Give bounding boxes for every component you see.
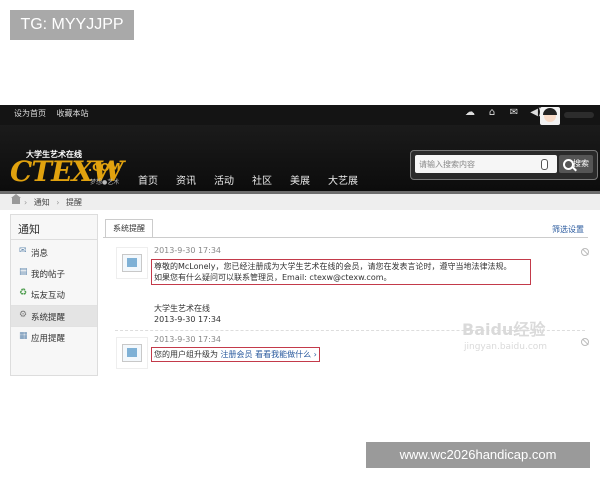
- top-utility-bar: 设为首页 收藏本站 ☁ ⌂ ✉ ◀): [0, 105, 600, 125]
- notice-icon: [122, 344, 142, 362]
- search-button[interactable]: 搜索: [559, 155, 593, 173]
- breadcrumb: › 通知 › 提醒: [0, 194, 600, 210]
- bookmark-link[interactable]: 收藏本站: [57, 109, 89, 118]
- notice-time: 2013-9-30 17:34: [154, 315, 221, 324]
- avatar[interactable]: [540, 107, 560, 125]
- sidebar-item-messages[interactable]: ✉ 消息: [11, 242, 97, 262]
- member-group-link[interactable]: 注册会员: [221, 350, 253, 359]
- notice-icon: [122, 254, 142, 272]
- notice-avatar: [117, 248, 147, 278]
- notice-avatar: [117, 338, 147, 368]
- grid-icon: ▦: [19, 331, 28, 341]
- search-input[interactable]: [415, 155, 557, 173]
- nav-exhibition[interactable]: 美展: [290, 172, 310, 187]
- what-can-i-do-link[interactable]: 看看我能做什么 ›: [255, 350, 317, 359]
- nav-big-exhibition[interactable]: 大艺展: [328, 172, 358, 187]
- sidebar-title: 通知: [18, 223, 40, 236]
- breadcrumb-reminders[interactable]: 提醒: [66, 198, 82, 207]
- envelope-icon: ✉: [19, 246, 27, 256]
- nav-news[interactable]: 资讯: [176, 172, 196, 187]
- logo-dotcom: .COM: [88, 161, 121, 174]
- cloud-icon[interactable]: ☁: [464, 107, 476, 118]
- sidebar-item-system-reminders[interactable]: ⚙ 系统提醒: [11, 305, 97, 326]
- sidebar-item-app-reminders[interactable]: ▦ 应用提醒: [11, 326, 97, 347]
- site-logo[interactable]: 大学生艺术在线 CTEXW .COM 梦想●艺术: [10, 149, 124, 188]
- document-icon: ▤: [19, 267, 28, 277]
- notice-message: 您的用户组升级为 注册会员 看看我能做什么 ›: [151, 347, 320, 362]
- mail-icon[interactable]: ✉: [508, 107, 520, 118]
- site-header: 大学生艺术在线 CTEXW .COM 梦想●艺术 首页 资讯 活动 社区 美展 …: [0, 125, 600, 191]
- search-box: 搜索: [410, 150, 598, 180]
- sidebar: 通知 ✉ 消息 ▤ 我的帖子 ♻ 坛友互动 ⚙ 系统提醒 ▦ 应用提醒: [10, 214, 98, 376]
- breadcrumb-notifications[interactable]: 通知: [34, 198, 50, 207]
- nav-community[interactable]: 社区: [252, 172, 272, 187]
- top-icons: ☁ ⌂ ✉ ◀): [464, 107, 542, 118]
- notice-message: 尊敬的McLonely，您已经注册成为大学生艺术在线的会员，请您在发表言论时，遵…: [151, 259, 531, 285]
- gear-icon: ⚙: [19, 310, 28, 320]
- sidebar-item-my-posts[interactable]: ▤ 我的帖子: [11, 263, 97, 283]
- main-nav: 首页 资讯 活动 社区 美展 大艺展: [138, 172, 358, 187]
- search-icon: [563, 159, 574, 170]
- logo-tagline: 梦想●艺术: [90, 179, 120, 186]
- sidebar-item-interaction[interactable]: ♻ 坛友互动: [11, 284, 97, 304]
- microphone-icon[interactable]: [541, 159, 548, 170]
- nav-home[interactable]: 首页: [138, 172, 158, 187]
- watermark-badge: TG: MYYJJPP: [10, 10, 134, 40]
- tab-system-reminders[interactable]: 系统提醒: [105, 219, 153, 238]
- notice-time: 2013-9-30 17:34: [154, 246, 221, 255]
- top-links: 设为首页 收藏本站: [14, 108, 97, 119]
- site-watermark: www.wc2026handicap.com: [366, 442, 590, 468]
- baidu-watermark: Baidu经验 jingyan.baidu.com: [462, 320, 548, 352]
- notice-sender: 大学生艺术在线: [154, 304, 210, 313]
- home-icon[interactable]: [11, 194, 21, 204]
- filter-settings-link[interactable]: 筛选设置: [552, 224, 584, 235]
- nav-events[interactable]: 活动: [214, 172, 234, 187]
- delete-icon[interactable]: [581, 248, 589, 256]
- home-icon[interactable]: ⌂: [486, 107, 498, 118]
- recycle-icon: ♻: [19, 288, 28, 298]
- set-homepage-link[interactable]: 设为首页: [14, 109, 46, 118]
- notice-time: 2013-9-30 17:34: [154, 335, 221, 344]
- user-menu-toggle[interactable]: [564, 112, 594, 118]
